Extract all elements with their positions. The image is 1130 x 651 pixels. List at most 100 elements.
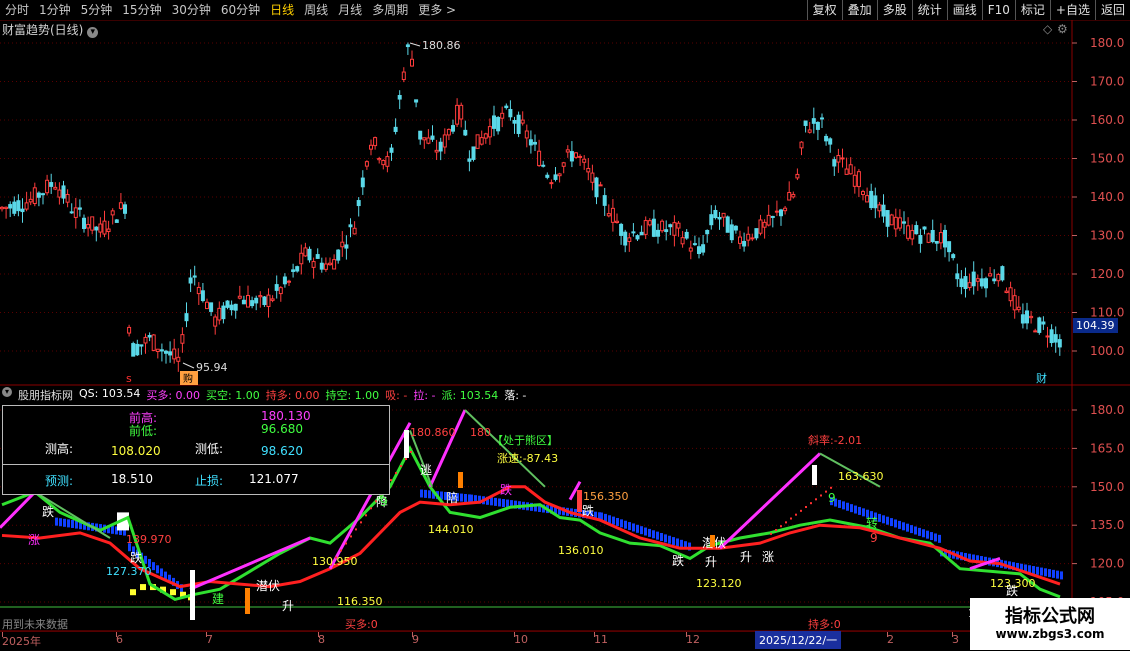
candle-body <box>721 212 726 218</box>
candle-body <box>766 214 771 226</box>
candle-body <box>729 224 734 241</box>
candle-body <box>688 247 693 252</box>
candle-body <box>602 195 607 206</box>
period-tab[interactable]: 周线 <box>299 0 333 20</box>
price-tick-label: 180.0 <box>1090 36 1124 50</box>
candle-body <box>647 220 652 226</box>
tool-button[interactable]: 多股 <box>876 0 912 20</box>
dot <box>805 506 807 508</box>
period-tab[interactable]: 30分钟 <box>167 0 216 20</box>
period-tab[interactable]: 月线 <box>333 0 367 20</box>
tool-button[interactable]: 复权 <box>806 0 842 20</box>
candle-body <box>164 350 168 354</box>
candle-body <box>684 231 689 239</box>
period-tab[interactable]: 60分钟 <box>216 0 265 20</box>
candle-body <box>348 224 353 228</box>
candle-body <box>479 137 484 145</box>
date-tick: 2 <box>887 633 894 646</box>
indicator-value: 持多: 0.00 <box>265 389 320 402</box>
trend-band <box>1060 571 1063 580</box>
period-tab[interactable]: 分时 <box>0 0 34 20</box>
candle-body <box>832 159 837 167</box>
dot <box>770 532 772 535</box>
trend-band <box>424 489 427 498</box>
candle-body <box>4 206 9 210</box>
candle-body <box>102 220 107 235</box>
period-tab[interactable]: 5分钟 <box>76 0 118 20</box>
trend-band <box>59 518 62 527</box>
candle-body <box>594 177 599 198</box>
trend-band <box>854 505 857 514</box>
dot <box>345 542 347 545</box>
tool-button[interactable]: +自选 <box>1049 0 1095 20</box>
tool-button[interactable]: 返回 <box>1094 0 1130 20</box>
candle-body <box>520 119 525 124</box>
dot <box>395 472 397 475</box>
period-tab[interactable]: 更多 > <box>413 0 461 20</box>
period-tab[interactable]: 1分钟 <box>34 0 76 20</box>
trend-band <box>902 522 905 531</box>
pivot-value-label: 180.860 <box>410 426 456 439</box>
trend-band <box>656 531 659 540</box>
candle-body <box>1004 290 1009 294</box>
stop-loss-label: 止损: <box>195 474 224 488</box>
stop-loss-value: 121.077 <box>249 472 299 486</box>
tool-button[interactable]: 标记 <box>1014 0 1050 20</box>
indicator-header: ▾ 股朋指标网 QS: 103.54 买多: 0.00 买空: 1.00 持多: 0.… <box>2 387 526 403</box>
tool-button[interactable]: F10 <box>981 0 1015 20</box>
trend-band <box>660 533 663 541</box>
chevron-down-icon[interactable]: ▾ <box>2 387 12 397</box>
signal-block <box>170 589 176 596</box>
tool-buttons: 复权 叠加 多股 统计 画线 F10 标记 +自选 返回 <box>806 0 1130 20</box>
tool-button[interactable]: 画线 <box>946 0 982 20</box>
tool-button[interactable]: 叠加 <box>841 0 877 20</box>
candle-body <box>82 217 86 229</box>
candle-body <box>738 236 742 244</box>
candle-body <box>410 58 414 67</box>
dot <box>820 494 822 497</box>
candle-body <box>561 162 566 167</box>
dot <box>775 529 777 532</box>
signal-word: 潜伏 <box>256 579 280 593</box>
signal-word: 逃 <box>420 463 432 477</box>
trend-band <box>914 526 917 535</box>
candle-body <box>1025 310 1029 324</box>
pivot-value-label: 116.350 <box>337 595 383 608</box>
candle-body <box>360 177 365 188</box>
period-tab[interactable]: 日线 <box>265 0 299 20</box>
candle-body <box>315 254 320 259</box>
candle-body <box>0 206 4 210</box>
candle-body <box>717 216 722 220</box>
candle-body <box>979 278 984 287</box>
trend-band <box>1032 566 1035 575</box>
trend-band <box>862 508 865 517</box>
candle-body <box>569 151 574 162</box>
trend-band <box>846 502 849 511</box>
candle-body <box>356 200 361 207</box>
trend-band <box>934 533 937 542</box>
signal-word: 升 <box>282 599 294 613</box>
candle-body <box>914 225 919 235</box>
candle-body <box>938 232 943 244</box>
candle-body <box>676 222 681 229</box>
candle-body <box>49 182 54 187</box>
dot <box>400 465 402 468</box>
candle-body <box>127 326 132 334</box>
measured-low-value: 98.620 <box>261 444 303 458</box>
candle-body <box>680 237 685 245</box>
chart-canvas[interactable]: 180.0170.0160.0150.0140.0130.0120.0110.0… <box>0 20 1130 632</box>
indicator-value: 吸: - <box>385 389 408 402</box>
candle-body <box>438 141 443 152</box>
candle-body <box>869 190 874 209</box>
signal-word: 涨 <box>762 549 774 564</box>
period-tab[interactable]: 多周期 <box>367 0 413 20</box>
candle-body <box>414 99 419 103</box>
candle-body <box>319 262 324 270</box>
candle-body <box>1029 315 1034 319</box>
tool-button[interactable]: 统计 <box>911 0 947 20</box>
period-tab[interactable]: 15分钟 <box>117 0 166 20</box>
candle-body <box>32 187 37 204</box>
candle-body <box>180 334 185 344</box>
candle-body <box>959 278 964 288</box>
candle-body <box>828 138 833 145</box>
